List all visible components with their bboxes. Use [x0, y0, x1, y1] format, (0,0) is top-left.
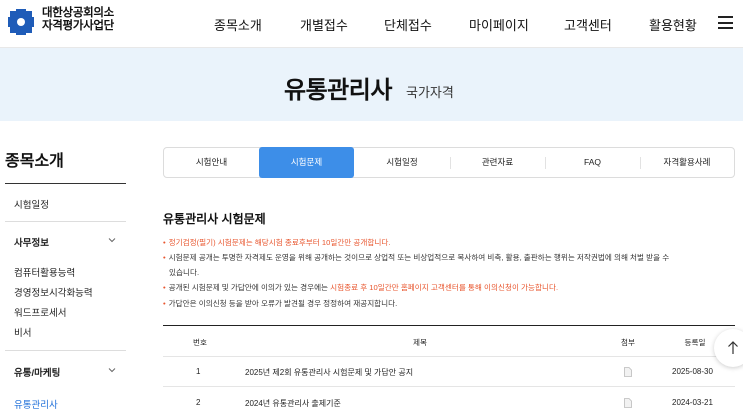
file-icon[interactable]: [624, 367, 632, 377]
nav-item-intro[interactable]: 종목소개: [214, 15, 262, 34]
bullet-icon: •: [163, 283, 166, 292]
nav-item-support[interactable]: 고객센터: [564, 15, 612, 34]
tab-materials[interactable]: 관련자료: [450, 148, 545, 177]
notice-item: • 가답안은 이의신청 등을 받아 오류가 발견될 경우 정정하여 재공지합니다.: [163, 297, 723, 311]
nav-item-individual[interactable]: 개별접수: [300, 15, 348, 34]
row-title[interactable]: 2024년 유통관리사 출제기준: [245, 398, 341, 409]
notice-highlight: 시험종료 후 10일간만 홈페이지 고객센터를 통해 이의신청이 가능합니다.: [330, 283, 559, 292]
column-header-no: 번호: [193, 338, 207, 347]
scroll-top-button[interactable]: [714, 329, 743, 367]
sidebar-item-visualization[interactable]: 경영정보시각화능력: [14, 285, 93, 299]
tab-cases[interactable]: 자격활용사례: [640, 148, 734, 177]
page-title: 유통관리사: [284, 77, 392, 104]
sidebar-item-schedule[interactable]: 시험일정: [14, 197, 49, 211]
row-date: 2024-03-21: [672, 398, 713, 407]
org-name-line1: 대한상공회의소: [42, 7, 114, 19]
file-icon[interactable]: [624, 398, 632, 408]
row-title[interactable]: 2025년 제2회 유통관리사 시험문제 및 가답안 공지: [245, 367, 413, 378]
notice-item: • 시험문제 공개는 투명한 자격제도 운영을 위해 공개하는 것이므로 상업적 …: [163, 251, 723, 265]
nav-item-usage[interactable]: 활용현황: [649, 15, 697, 34]
sidebar-item-word[interactable]: 워드프로세서: [14, 305, 66, 319]
notice-text: 공개된 시험문제 및 가답안에 이의가 있는 경우에는: [168, 283, 331, 292]
notice-item: • 정기검정(필기) 시험문제는 해당시험 종료후부터 10일간만 공개합니다.: [163, 236, 723, 250]
logo-text: 대한상공회의소 자격평가사업단: [42, 7, 114, 33]
bullet-icon: •: [163, 238, 166, 247]
sidebar-item-secretary[interactable]: 비서: [14, 325, 31, 339]
page-subtitle: 국가자격: [406, 85, 454, 100]
column-header-attachment: 첨부: [621, 338, 635, 347]
sidebar-title: 종목소개: [5, 153, 64, 170]
logo[interactable]: 대한상공회의소 자격평가사업단: [5, 7, 125, 37]
tab-bar: 시험안내 시험문제 시험일정 관련자료 FAQ 자격활용사례: [163, 147, 735, 178]
sidebar-item-computer[interactable]: 컴퓨터활용능력: [14, 265, 75, 279]
notice-continuation: 있습니다.: [169, 268, 200, 277]
sidebar-divider: [5, 221, 126, 222]
arrow-up-icon: [728, 341, 738, 354]
notice-text: 정기검정(필기) 시험문제는 해당시험 종료후부터 10일간만 공개합니다.: [168, 238, 391, 247]
notice-item: • 공개된 시험문제 및 가답안에 이의가 있는 경우에는 시험종료 후 10일간…: [163, 281, 723, 295]
nav-item-group[interactable]: 단체접수: [384, 15, 432, 34]
logo-icon: [8, 9, 34, 35]
sidebar-divider: [5, 350, 126, 351]
tab-schedule[interactable]: 시험일정: [354, 148, 450, 177]
notice-text: 시험문제 공개는 투명한 자격제도 운영을 위해 공개하는 것이므로 상업적 또…: [168, 253, 670, 262]
nav-item-mypage[interactable]: 마이페이지: [469, 15, 529, 34]
table-row-divider: [163, 356, 735, 357]
bullet-icon: •: [163, 253, 166, 262]
column-header-title: 제목: [413, 338, 427, 347]
chevron-down-icon[interactable]: [108, 366, 116, 374]
tab-guide[interactable]: 시험안내: [164, 148, 259, 177]
row-date: 2025-08-30: [672, 367, 713, 376]
sidebar-item-office[interactable]: 사무정보: [14, 235, 49, 249]
org-name-line2: 자격평가사업단: [42, 20, 114, 32]
row-number: 1: [196, 367, 201, 376]
column-header-date: 등록일: [684, 338, 706, 347]
site-header: 대한상공회의소 자격평가사업단 종목소개 개별접수 단체접수 마이페이지 고객센…: [0, 0, 743, 48]
sidebar-item-marketing[interactable]: 유통/마케팅: [14, 365, 60, 379]
menu-icon[interactable]: [718, 16, 733, 29]
sidebar-divider: [5, 183, 126, 184]
table-top-border: [163, 325, 735, 326]
row-number: 2: [196, 398, 201, 407]
bullet-icon: •: [163, 299, 166, 308]
chevron-down-icon[interactable]: [108, 236, 116, 244]
tab-questions[interactable]: 시험문제: [259, 147, 354, 178]
table-row-divider: [163, 386, 735, 387]
sidebar-item-distribution[interactable]: 유통관리사: [14, 397, 58, 411]
notice-text: 가답안은 이의신청 등을 받아 오류가 발견될 경우 정정하여 재공지합니다.: [168, 299, 398, 308]
section-title: 유통관리사 시험문제: [163, 212, 266, 226]
tab-faq[interactable]: FAQ: [545, 148, 640, 177]
